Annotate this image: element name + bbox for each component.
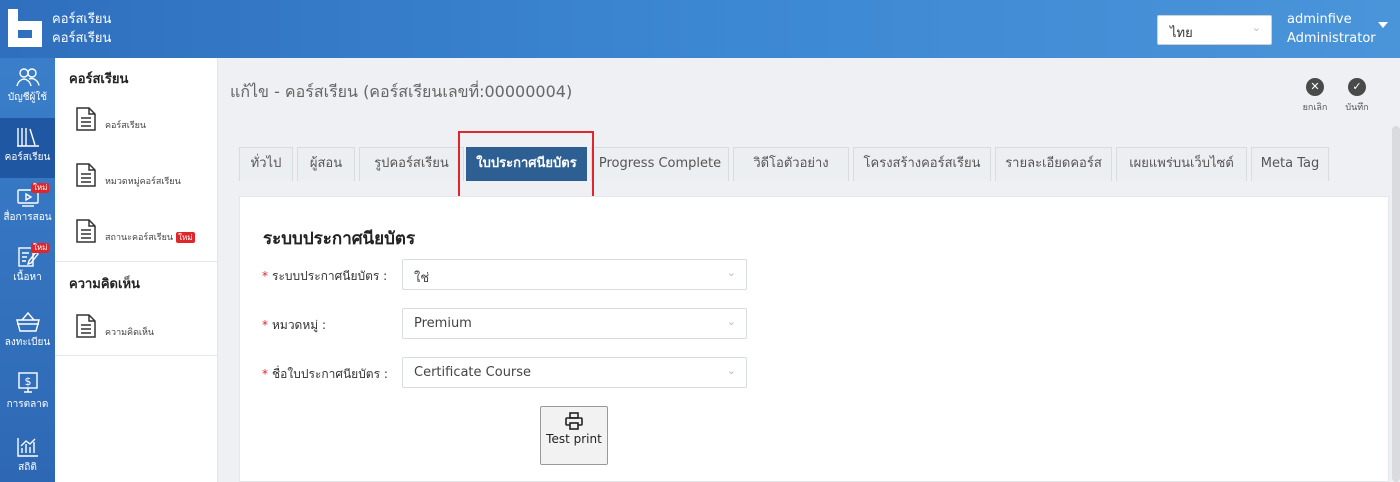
submenu-section-comments: ความคิดเห็น — [69, 277, 140, 292]
test-print-button[interactable]: Test print — [540, 406, 608, 465]
submenu-item-status[interactable]: สถานะคอร์สเรียน ใหม่ — [75, 218, 215, 258]
users-icon — [15, 68, 40, 87]
language-select[interactable]: ไทย ⌄ — [1157, 15, 1272, 45]
field-label-text: ชื่อใบประกาศนียบัตร : — [272, 367, 388, 381]
close-icon: ✕ — [1306, 78, 1324, 96]
library-icon — [16, 128, 39, 147]
submenu-item-label: ความคิดเห็น — [105, 328, 155, 338]
app-title-line1: คอร์สเรียน — [52, 12, 112, 27]
tab-general[interactable]: ทั่วไป — [239, 147, 293, 181]
user-role: Administrator — [1287, 31, 1376, 46]
submenu-item-categories[interactable]: หมวดหมู่คอร์สเรียน — [75, 162, 215, 202]
chevron-down-icon: ⌄ — [1251, 21, 1261, 34]
document-icon — [76, 314, 96, 338]
submenu-divider — [55, 261, 218, 262]
save-button[interactable]: ✓ บันทึก — [1335, 78, 1379, 114]
check-icon: ✓ — [1348, 78, 1366, 96]
select-value: Certificate Course — [414, 365, 532, 380]
field-label-text: ระบบประกาศนียบัตร : — [272, 269, 388, 283]
rail-label: สถิติ — [18, 462, 37, 473]
basket-icon — [15, 311, 40, 332]
certificate-panel: ระบบประกาศนียบัตร * ระบบประกาศนียบัตร : ใ… — [239, 196, 1389, 482]
submenu-item-courses[interactable]: คอร์สเรียน — [75, 106, 215, 146]
user-menu[interactable]: adminfive Administrator — [1287, 10, 1376, 48]
field-label-certificate-system: * ระบบประกาศนียบัตร : — [262, 267, 387, 286]
rail-label: การตลาด — [6, 399, 49, 410]
caret-down-icon[interactable] — [1378, 22, 1388, 28]
submenu-item-label: สถานะคอร์สเรียน — [105, 233, 174, 243]
main-content: แก้ไข - คอร์สเรียน (คอร์สเรียนเลขที่:000… — [219, 58, 1400, 482]
rail-label: ลงทะเบียน — [4, 337, 51, 348]
tab-meta-tag[interactable]: Meta Tag — [1251, 147, 1329, 181]
app-title-line2: คอร์สเรียน — [52, 31, 112, 46]
scrollbar[interactable] — [1392, 126, 1400, 482]
chevron-down-icon: ⌄ — [726, 266, 736, 279]
app-logo[interactable] — [8, 9, 42, 47]
top-header: คอร์สเรียน คอร์สเรียน ไทย ⌄ adminfive Ad… — [0, 0, 1400, 58]
panel-title: ระบบประกาศนียบัตร — [263, 229, 416, 249]
tab-course-images[interactable]: รูปคอร์สเรียน — [359, 147, 464, 181]
tab-publish-website[interactable]: เผยแพร่บนเว็บไซต์ — [1116, 147, 1247, 181]
submenu-item-comments[interactable]: ความคิดเห็น — [75, 313, 215, 353]
chevron-down-icon: ⌄ — [726, 315, 736, 328]
bar-chart-icon — [16, 438, 38, 457]
required-mark: * — [262, 318, 268, 332]
submenu-section-courses: คอร์สเรียน — [69, 72, 129, 87]
user-name: adminfive — [1287, 12, 1352, 27]
required-mark: * — [262, 367, 268, 381]
save-label: บันทึก — [1345, 103, 1369, 113]
certificate-system-select[interactable]: ใช่ ⌄ — [402, 259, 747, 290]
sub-menu: คอร์สเรียน คอร์สเรียน หมวดหมู่คอร์สเรียน… — [55, 58, 218, 482]
tab-progress-complete[interactable]: Progress Complete — [591, 147, 729, 181]
rail-label: บัญชีผู้ใช้ — [7, 92, 48, 103]
chevron-down-icon: ⌄ — [726, 364, 736, 377]
certificate-name-select[interactable]: Certificate Course ⌄ — [402, 357, 747, 388]
rail-item-media[interactable]: ใหม่ สื่อการสอน — [0, 178, 55, 238]
icon-rail: บัญชีผู้ใช้ คอร์สเรียน ใหม่ สื่อการสอน ใ… — [0, 58, 55, 482]
cancel-label: ยกเลิก — [1302, 103, 1328, 113]
document-icon — [76, 219, 96, 243]
rail-label: เนื้อหา — [13, 272, 42, 283]
document-icon — [76, 107, 96, 131]
language-value: ไทย — [1170, 26, 1193, 41]
dollar-monitor-icon: $ — [17, 372, 38, 393]
submenu-divider — [55, 355, 218, 356]
rail-item-enroll[interactable]: ลงทะเบียน — [0, 303, 55, 363]
field-label-text: หมวดหมู่ : — [272, 318, 327, 332]
print-button-label: Test print — [546, 432, 602, 446]
document-icon — [76, 163, 96, 187]
tab-preview-video[interactable]: วิดีโอตัวอย่าง — [733, 147, 849, 181]
rail-label: สื่อการสอน — [3, 212, 52, 223]
highlight-annotation — [458, 131, 594, 205]
svg-text:$: $ — [24, 375, 31, 388]
submenu-item-label: หมวดหมู่คอร์สเรียน — [105, 177, 181, 187]
select-value: ใช่ — [414, 271, 430, 286]
rail-item-courses[interactable]: คอร์สเรียน — [0, 118, 55, 178]
printer-icon — [565, 412, 583, 430]
new-badge: ใหม่ — [31, 183, 50, 193]
tab-course-details[interactable]: รายละเอียดคอร์ส — [995, 147, 1112, 181]
submenu-item-label: คอร์สเรียน — [105, 121, 147, 131]
submenu-item-status-text: สถานะคอร์สเรียน ใหม่ — [105, 230, 195, 244]
field-label-category: * หมวดหมู่ : — [262, 316, 326, 335]
rail-item-marketing[interactable]: $ การตลาด — [0, 363, 55, 423]
category-select[interactable]: Premium ⌄ — [402, 308, 747, 339]
required-mark: * — [262, 269, 268, 283]
rail-label: คอร์สเรียน — [4, 152, 51, 163]
rail-item-content[interactable]: ใหม่ เนื้อหา — [0, 238, 55, 298]
tab-course-structure[interactable]: โครงสร้างคอร์สเรียน — [853, 147, 991, 181]
rail-item-users[interactable]: บัญชีผู้ใช้ — [0, 58, 55, 118]
cancel-button[interactable]: ✕ ยกเลิก — [1293, 78, 1337, 114]
rail-item-stats[interactable]: สถิติ — [0, 428, 55, 482]
app-title: คอร์สเรียน คอร์สเรียน — [52, 10, 111, 48]
new-badge: ใหม่ — [176, 232, 195, 243]
select-value: Premium — [414, 316, 472, 331]
new-badge: ใหม่ — [31, 243, 50, 253]
field-label-certificate-name: * ชื่อใบประกาศนียบัตร : — [262, 365, 388, 384]
tab-instructors[interactable]: ผู้สอน — [297, 147, 355, 181]
page-title: แก้ไข - คอร์สเรียน (คอร์สเรียนเลขที่:000… — [230, 82, 573, 101]
